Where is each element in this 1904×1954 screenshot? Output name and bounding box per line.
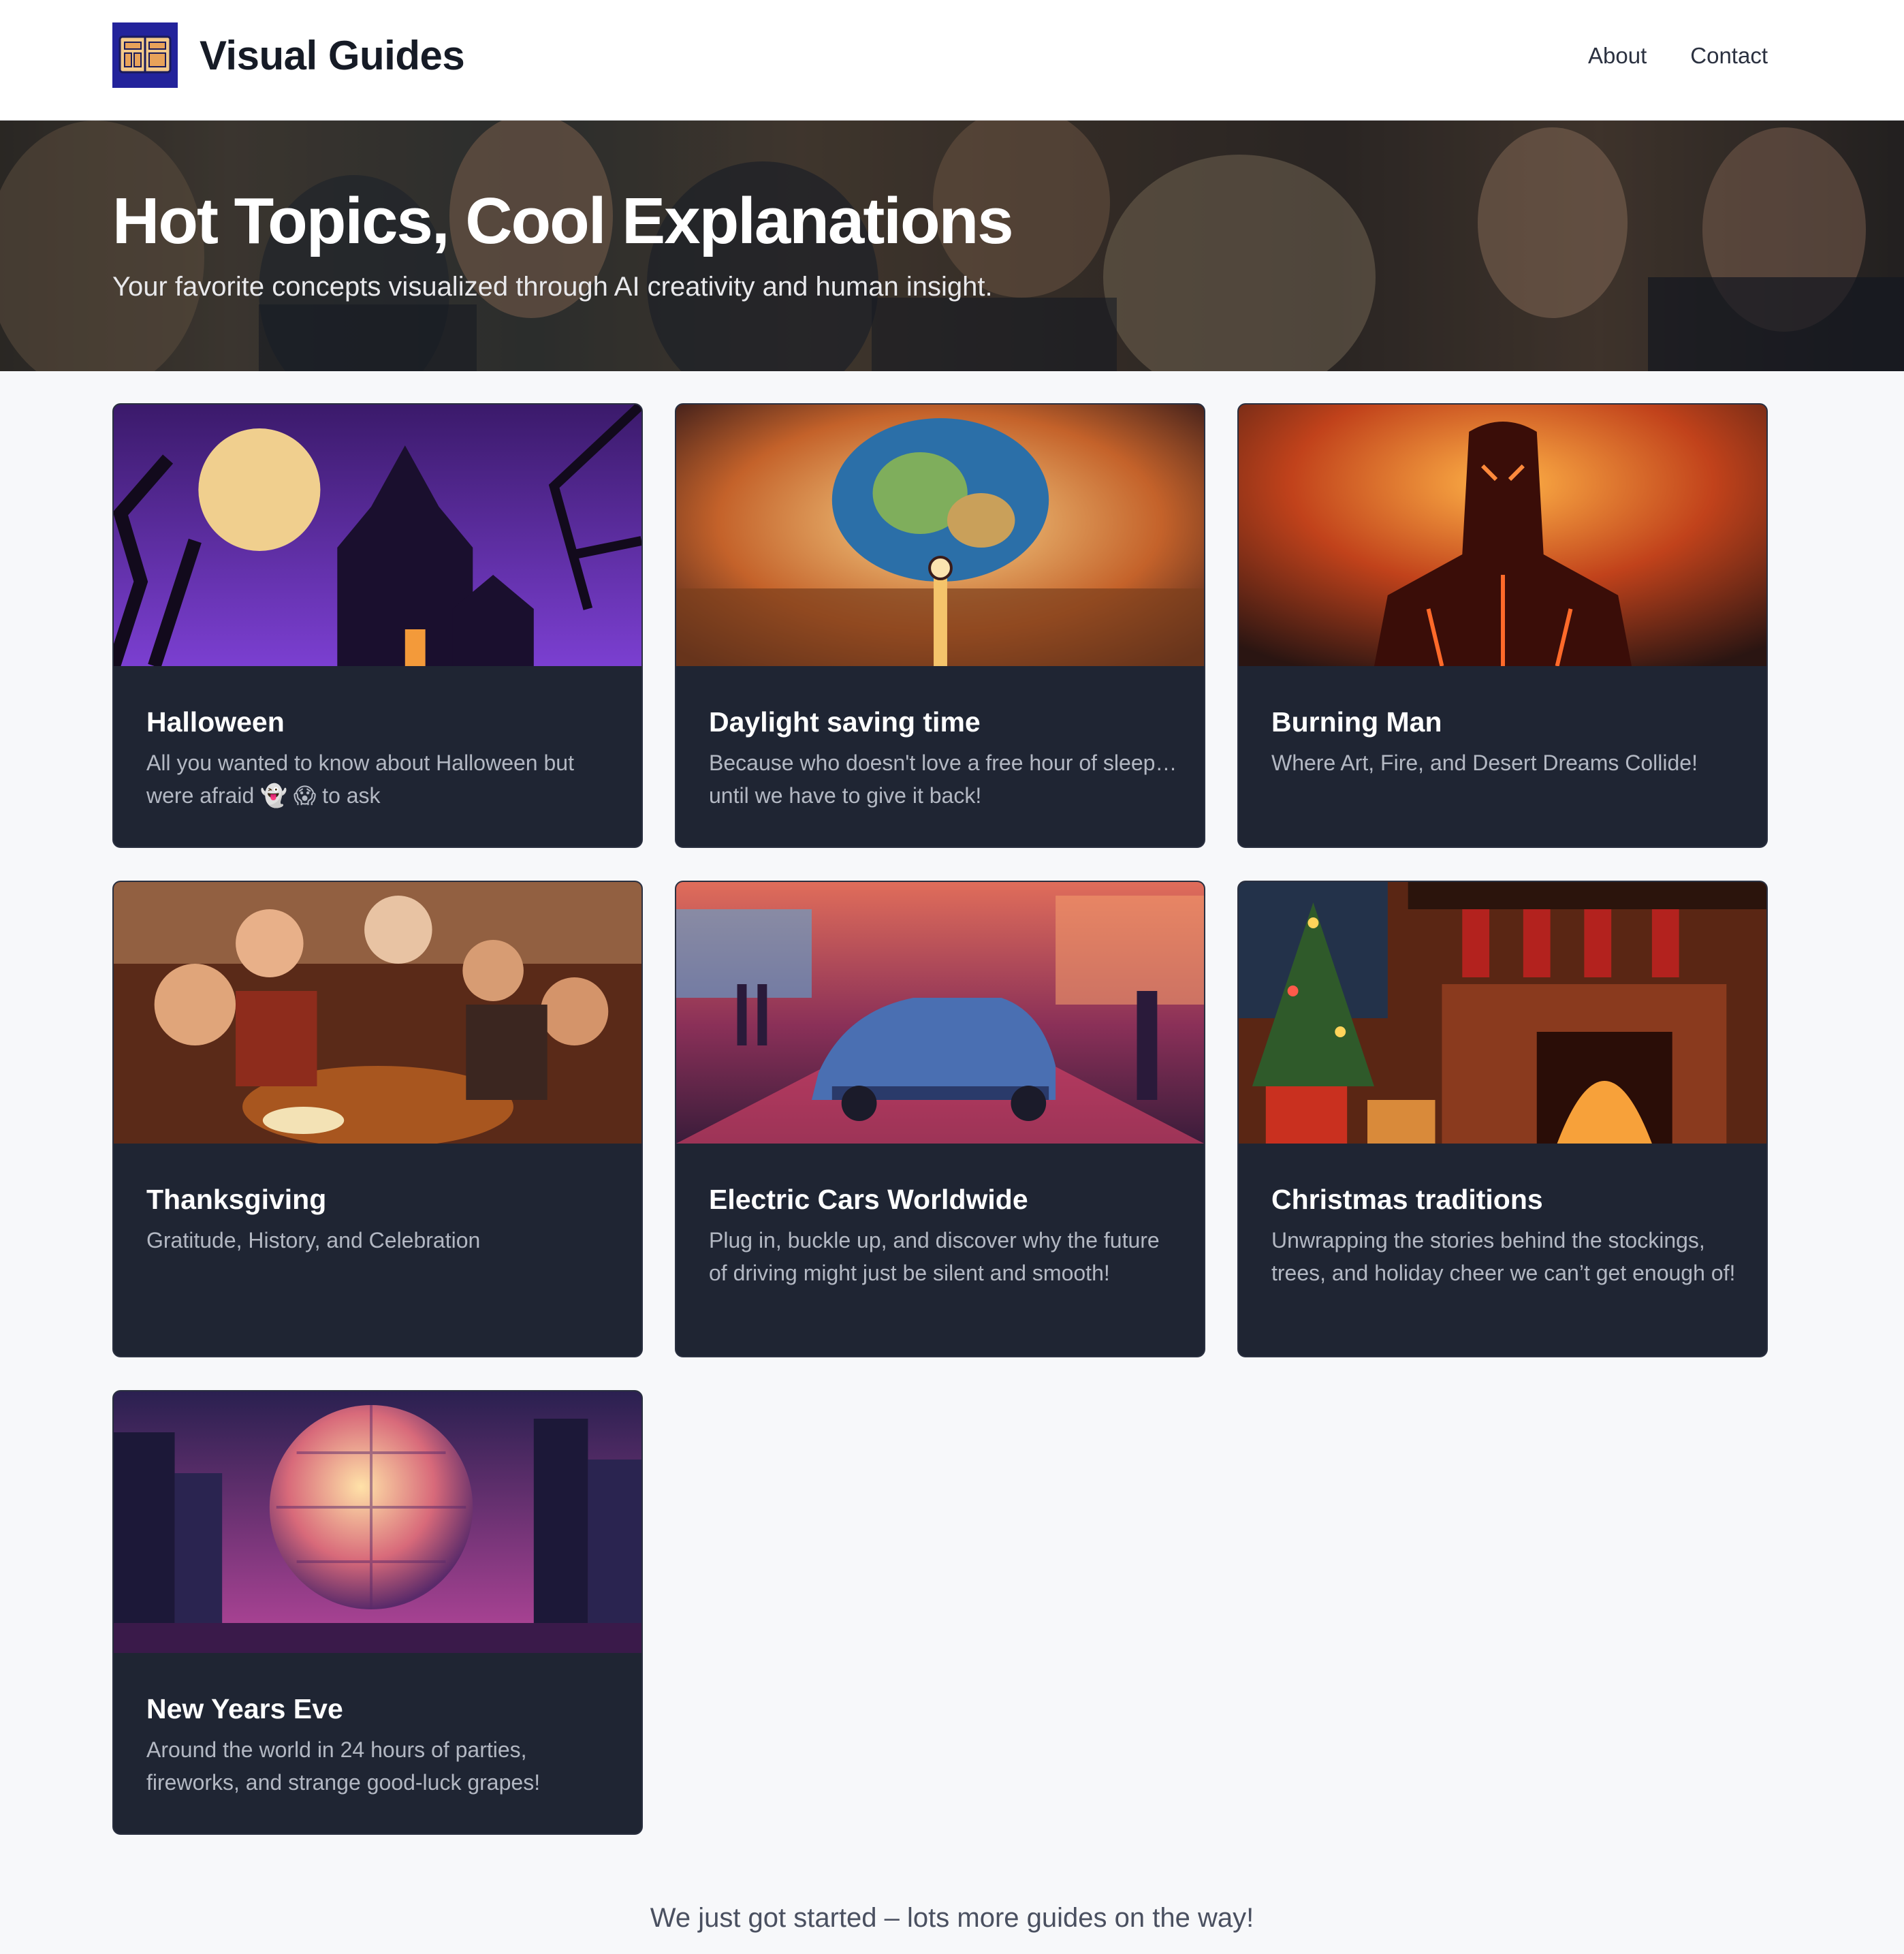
card-image-halloween bbox=[114, 405, 641, 666]
card-title: New Years Eve bbox=[146, 1693, 343, 1724]
hero-subtitle: Your favorite concepts visualized throug… bbox=[112, 272, 993, 302]
card-description: Plug in, buckle up, and discover why the… bbox=[709, 1228, 1160, 1285]
hero-title: Hot Topics, Cool Explanations bbox=[112, 185, 1014, 257]
card-description: All you wanted to know about Halloween b… bbox=[146, 751, 574, 808]
brand-title[interactable]: Visual Guides bbox=[200, 29, 465, 83]
card-image-burning-man bbox=[1239, 405, 1766, 666]
guide-card-daylight-saving[interactable]: Daylight saving time Because who doesn't… bbox=[675, 403, 1205, 848]
card-title: Thanksgiving bbox=[146, 1184, 327, 1215]
card-title: Burning Man bbox=[1271, 706, 1442, 738]
card-title: Christmas traditions bbox=[1271, 1184, 1543, 1215]
card-image-christmas bbox=[1239, 882, 1766, 1144]
main-nav: About Contact bbox=[1588, 40, 1768, 72]
guide-card-christmas[interactable]: Christmas traditions Unwrapping the stor… bbox=[1237, 881, 1768, 1357]
guide-card-new-years-eve[interactable]: New Years Eve Around the world in 24 hou… bbox=[112, 1390, 643, 1835]
card-image-thanksgiving bbox=[114, 882, 641, 1144]
footer-note: We just got started – lots more guides o… bbox=[650, 1903, 1254, 1933]
card-description: Around the world in 24 hours of parties,… bbox=[146, 1737, 541, 1795]
card-description: Because who doesn't love a free hour of … bbox=[709, 751, 1177, 808]
logo-icon[interactable] bbox=[112, 22, 178, 88]
guide-card-electric-cars[interactable]: Electric Cars Worldwide Plug in, buckle … bbox=[675, 881, 1205, 1357]
guide-card-thanksgiving[interactable]: Thanksgiving Gratitude, History, and Cel… bbox=[112, 881, 643, 1357]
card-title: Halloween bbox=[146, 706, 285, 738]
card-title: Electric Cars Worldwide bbox=[709, 1184, 1028, 1215]
card-image-daylight-saving bbox=[676, 405, 1204, 666]
guide-card-halloween[interactable]: Halloween All you wanted to know about H… bbox=[112, 403, 643, 848]
nav-link-about[interactable]: About bbox=[1588, 40, 1647, 72]
card-description: Unwrapping the stories behind the stocki… bbox=[1271, 1228, 1736, 1285]
nav-link-contact[interactable]: Contact bbox=[1690, 40, 1768, 72]
site-header: Visual Guides About Contact bbox=[0, 0, 1904, 121]
card-image-new-years-eve bbox=[114, 1391, 641, 1653]
card-description: Where Art, Fire, and Desert Dreams Colli… bbox=[1271, 751, 1698, 775]
card-image-electric-cars bbox=[676, 882, 1204, 1144]
guide-card-burning-man[interactable]: Burning Man Where Art, Fire, and Desert … bbox=[1237, 403, 1768, 848]
book-icon bbox=[118, 35, 172, 74]
hero-banner: Hot Topics, Cool Explanations Your favor… bbox=[0, 121, 1904, 371]
card-description: Gratitude, History, and Celebration bbox=[146, 1228, 481, 1252]
card-title: Daylight saving time bbox=[709, 706, 981, 738]
